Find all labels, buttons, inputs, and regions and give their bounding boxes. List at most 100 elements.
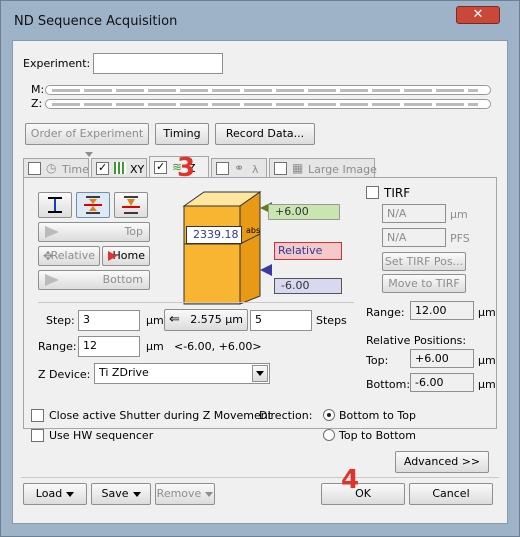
top-bottom-icon <box>48 197 62 213</box>
z-settings-panel: Top ✥ Relative Home Bottom 2339.18 abs +6… <box>23 177 497 429</box>
chevron-down-icon <box>205 491 214 497</box>
tab-large-image[interactable]: ▦ Large Image <box>269 158 377 178</box>
relative-label: Relative <box>50 249 95 262</box>
chevron-down-icon <box>85 151 93 157</box>
direction-label: Direction: <box>259 409 313 422</box>
relative-button[interactable]: ✥ Relative <box>38 246 100 266</box>
move-to-tirf-button[interactable]: Move to TIRF <box>382 274 466 293</box>
step-4-annotation: 4 <box>341 465 360 495</box>
tirf-unit-pfs: PFS <box>450 232 470 245</box>
clock-icon: ◷ <box>46 161 57 175</box>
m-sequence-bar <box>45 85 491 95</box>
top-button[interactable]: Top <box>38 222 150 242</box>
move-icon: ✥ <box>43 249 54 263</box>
tab-lambda[interactable]: ⚭ λ <box>211 158 267 178</box>
range-input[interactable]: 12 <box>78 336 140 357</box>
hw-sequencer-checkbox[interactable] <box>31 429 44 442</box>
remove-button[interactable]: Remove <box>155 483 215 505</box>
range-label: Range: <box>38 340 77 353</box>
rel-top-field: +6.00 <box>410 349 474 368</box>
tirf-checkbox[interactable] <box>366 186 379 199</box>
cancel-button[interactable]: Cancel <box>409 483 493 505</box>
tab-lambda-label: λ <box>252 163 259 176</box>
chevron-down-icon <box>66 491 75 497</box>
experiment-input[interactable] <box>93 53 223 74</box>
tile-icon: ▦ <box>292 161 304 175</box>
rel-bottom-label: Bottom: <box>366 378 411 391</box>
top-label: Top <box>124 225 143 238</box>
rel-top-unit: μm <box>478 354 496 367</box>
tab-xy-label: XY <box>130 163 145 176</box>
range-bounds: <-6.00, +6.00> <box>174 340 262 353</box>
advanced-button[interactable]: Advanced >> <box>395 451 489 473</box>
tab-large-image-label: Large Image <box>308 163 377 176</box>
xy-checkbox[interactable]: ✓ <box>96 161 109 175</box>
tirf-unit-um: μm <box>450 208 468 221</box>
step-calc-button[interactable]: ⇐ 2.575 μm <box>164 309 248 331</box>
top-offset-label: +6.00 <box>268 204 340 220</box>
bottom-button[interactable]: Bottom <box>38 270 150 290</box>
tab-time[interactable]: ◷ Time <box>23 158 89 178</box>
save-button[interactable]: Save <box>91 483 151 505</box>
load-button[interactable]: Load <box>23 483 87 505</box>
z-label: Z: <box>31 97 43 110</box>
relative-positions-title: Relative Positions: <box>366 334 467 347</box>
abs-label: abs <box>246 226 261 235</box>
z-position-readout: 2339.18 <box>186 226 242 244</box>
range-right-unit: μm <box>478 306 496 319</box>
m-label: M: <box>31 83 45 96</box>
link-icon: ⚭ <box>234 161 245 175</box>
rel-bottom-field: -6.00 <box>410 373 474 392</box>
footer-divider <box>21 477 499 478</box>
tab-time-label: Time <box>62 163 89 176</box>
window-title: ND Sequence Acquisition <box>14 14 178 29</box>
asymmetric-mode-button[interactable] <box>114 192 148 218</box>
load-label: Load <box>35 487 63 500</box>
tirf-angle-field: N/A <box>382 204 446 223</box>
steps-label: Steps <box>316 314 347 327</box>
step-unit: μm <box>146 314 164 327</box>
symmetric-range-icon <box>84 196 102 214</box>
chevron-down-icon <box>132 491 141 497</box>
bottom-to-top-radio[interactable] <box>323 409 335 421</box>
asymmetric-range-icon <box>122 196 140 214</box>
rel-top-label: Top: <box>366 354 389 367</box>
top-bottom-mode-button[interactable] <box>38 192 72 218</box>
tab-xy[interactable]: ✓ XY <box>91 158 147 178</box>
close-shutter-checkbox[interactable] <box>31 409 44 422</box>
symmetric-mode-button[interactable] <box>76 192 110 218</box>
close-button[interactable]: ✕ <box>456 6 500 24</box>
save-label: Save <box>101 487 129 500</box>
bottom-offset-label: -6.00 <box>274 278 342 294</box>
chevron-down-icon <box>256 370 264 376</box>
top-to-bottom-radio[interactable] <box>323 429 335 441</box>
z-device-select[interactable]: Ti ZDrive <box>94 363 270 384</box>
range-unit: μm <box>146 340 164 353</box>
bottom-to-top-label: Bottom to Top <box>339 409 416 422</box>
time-checkbox[interactable] <box>28 162 41 175</box>
home-label: Home <box>112 249 145 262</box>
top-to-bottom-label: Top to Bottom <box>339 429 416 442</box>
step-label: Step: <box>46 314 75 327</box>
record-data-button[interactable]: Record Data... <box>215 123 315 145</box>
relative-mode-label: Relative <box>274 242 342 260</box>
ok-button[interactable]: OK <box>321 483 405 505</box>
home-button[interactable]: Home <box>102 246 150 266</box>
top-arrow-icon <box>45 226 59 238</box>
home-arrow-icon <box>108 251 117 261</box>
lambda-checkbox[interactable] <box>216 162 229 175</box>
timing-button[interactable]: Timing <box>155 123 209 145</box>
z-checkbox[interactable]: ✓ <box>154 160 167 174</box>
range-right-field: 12.00 <box>410 301 474 320</box>
set-tirf-pos-button[interactable]: Set TIRF Pos... <box>382 252 466 271</box>
order-label: Order of Experiment <box>30 127 144 140</box>
rel-bottom-unit: μm <box>478 378 496 391</box>
large-image-checkbox[interactable] <box>274 162 287 175</box>
divider <box>38 302 354 303</box>
steps-count-input[interactable]: 5 <box>250 310 312 331</box>
tirf-pfs-field: N/A <box>382 228 446 247</box>
step-input[interactable]: 3 <box>78 310 140 331</box>
order-of-experiment-dropdown[interactable]: Order of Experiment <box>25 123 149 157</box>
dialog-body: Experiment: M: Z: Order of Experiment Ti… <box>12 40 508 524</box>
z-device-dropdown-button[interactable] <box>252 365 268 382</box>
